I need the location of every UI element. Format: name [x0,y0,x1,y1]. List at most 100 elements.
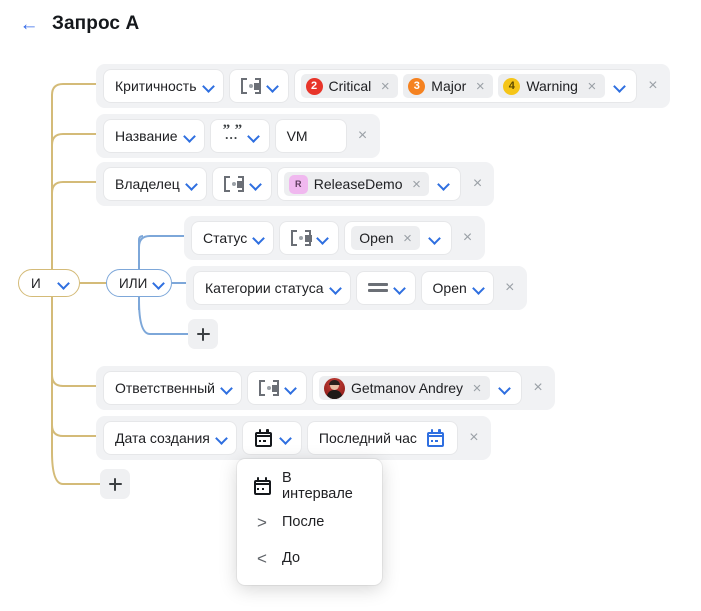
arrow-left-icon[interactable]: ← [18,13,40,35]
chip-label: Open [359,230,393,246]
field-select-status-category-label: Категории статуса [205,280,324,296]
avatar: R [289,175,308,194]
remove-row-button[interactable] [644,77,662,95]
filter-row-severity: Критичность 2 Critical 3 Major 4 Warning [96,64,670,108]
chevron-down-icon [267,80,279,92]
field-select-name-label: Название [115,128,178,144]
chip-remove-icon[interactable] [472,78,488,94]
chip-major[interactable]: 3 Major [403,74,493,98]
value-input-created-text: Последний час [319,430,417,446]
chevron-down-icon[interactable] [438,178,450,190]
operator-select-name[interactable]: ”…” [211,120,269,152]
chevron-down-icon [203,80,215,92]
menu-item-before[interactable]: < До [237,540,382,576]
chip-owner[interactable]: R ReleaseDemo [284,172,430,196]
chip-status-open[interactable]: Open [351,226,419,250]
field-select-name[interactable]: Название [104,120,204,152]
remove-row-button[interactable] [465,429,483,447]
value-select-status[interactable]: Open [345,222,450,254]
severity-badge: 3 [408,78,425,95]
chip-assignee[interactable]: Getmanov Andrey [319,376,490,400]
chip-label: Major [431,78,466,94]
operator-select-status-category[interactable] [357,272,415,304]
severity-badge: 2 [306,78,323,95]
menu-item-label: До [282,550,300,566]
value-select-severity[interactable]: 2 Critical 3 Major 4 Warning [295,70,636,102]
chevron-down-icon [285,382,297,394]
filter-row-assignee: Ответственный Getmanov Andrey [96,366,555,410]
chip-remove-icon[interactable] [400,230,416,246]
filter-row-owner: Владелец R ReleaseDemo [96,162,494,206]
chip-remove-icon[interactable] [377,78,393,94]
menu-item-label: После [282,514,324,530]
in-set-icon [241,77,261,95]
chevron-down-icon [253,232,265,244]
chevron-down-icon [216,432,228,444]
date-operator-dropdown-menu: В интервале > После < До [237,459,382,585]
field-select-created[interactable]: Дата создания [104,422,236,454]
chip-remove-icon[interactable] [408,176,424,192]
field-select-owner[interactable]: Владелец [104,168,206,200]
chip-label: ReleaseDemo [314,176,403,192]
field-select-created-label: Дата создания [115,430,210,446]
field-select-severity[interactable]: Критичность [104,70,223,102]
group-operator-or-label: ИЛИ [119,276,147,291]
quotes-icon: ”…” [222,127,242,145]
avatar [324,378,345,399]
filter-row-name: Название ”…” VM [96,114,380,158]
chip-critical[interactable]: 2 Critical [301,74,399,98]
in-set-icon [259,379,279,397]
menu-item-after[interactable]: > После [237,504,382,540]
operator-select-created[interactable] [243,422,301,454]
remove-row-button[interactable] [501,279,519,297]
field-select-severity-label: Критичность [115,78,197,94]
chevron-down-icon [394,282,406,294]
chevron-down-icon [250,178,262,190]
filter-row-status: Статус Open [184,216,485,260]
page-header: ← Запрос А [0,0,139,48]
chevron-down-icon [330,282,342,294]
operator-select-owner[interactable] [213,168,271,200]
chevron-down-icon [248,130,260,142]
filter-row-created: Дата создания Последний час [96,416,491,460]
menu-item-label: В интервале [282,470,366,502]
chevron-down-icon[interactable] [429,232,441,244]
equals-icon [368,279,388,297]
severity-badge: 4 [503,78,520,95]
less-than-icon: < [253,550,271,567]
remove-row-button[interactable] [468,175,486,193]
operator-select-assignee[interactable] [248,372,306,404]
remove-row-button[interactable] [354,127,372,145]
chevron-down-icon[interactable] [499,382,511,394]
chevron-down-icon [153,277,165,289]
operator-select-severity[interactable] [230,70,288,102]
chip-remove-icon[interactable] [469,380,485,396]
chevron-down-icon [186,178,198,190]
query-builder-page: ← Запрос А И ИЛИ [0,0,701,611]
remove-row-button[interactable] [529,379,547,397]
field-select-status-category[interactable]: Категории статуса [194,272,350,304]
value-select-owner[interactable]: R ReleaseDemo [278,168,461,200]
value-input-name-text: VM [287,128,308,144]
menu-item-between[interactable]: В интервале [237,468,382,504]
in-set-icon [224,175,244,193]
field-select-status[interactable]: Статус [192,222,273,254]
chip-remove-icon[interactable] [584,78,600,94]
value-input-created[interactable]: Последний час [308,422,457,454]
value-select-assignee[interactable]: Getmanov Andrey [313,372,521,404]
chevron-down-icon [280,432,292,444]
chip-warning[interactable]: 4 Warning [498,74,605,98]
value-select-status-category[interactable]: Open [422,272,493,304]
value-input-name[interactable]: VM [276,120,346,152]
add-condition-button-root[interactable] [100,469,130,499]
operator-select-status[interactable] [280,222,338,254]
group-operator-or[interactable]: ИЛИ [106,269,172,297]
field-select-assignee[interactable]: Ответственный [104,372,241,404]
chevron-down-icon[interactable] [614,80,626,92]
calendar-icon[interactable] [426,429,446,447]
remove-row-button[interactable] [459,229,477,247]
group-operator-and[interactable]: И [18,269,80,297]
chevron-down-icon [221,382,233,394]
chip-label: Warning [526,78,578,94]
add-condition-button-or-group[interactable] [188,319,218,349]
